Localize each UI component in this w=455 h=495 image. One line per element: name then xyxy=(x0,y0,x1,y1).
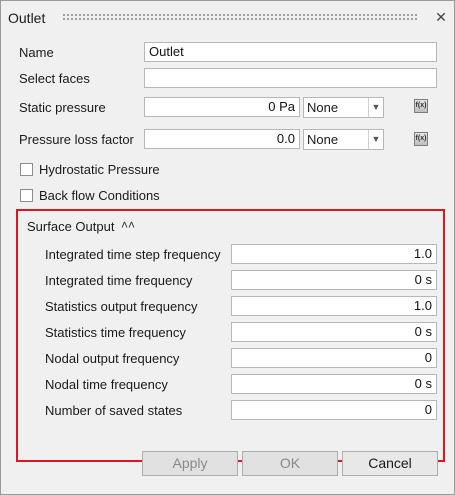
collapse-chevron-icon[interactable]: ˄˄ xyxy=(121,218,135,232)
name-input[interactable]: Outlet xyxy=(144,42,437,62)
hydrostatic-label: Hydrostatic Pressure xyxy=(39,162,160,177)
static-pressure-select[interactable]: None ▼ xyxy=(303,97,384,118)
ok-button[interactable]: OK xyxy=(242,451,338,476)
row-label: Integrated time frequency xyxy=(45,273,193,288)
static-pressure-select-value: None xyxy=(307,100,339,115)
backflow-label: Back flow Conditions xyxy=(39,188,160,203)
pressure-loss-label: Pressure loss factor xyxy=(19,132,134,147)
static-pressure-label: Static pressure xyxy=(19,100,106,115)
pressure-loss-select[interactable]: None ▼ xyxy=(303,129,384,150)
select-faces-input[interactable] xyxy=(144,68,437,88)
row-label: Number of saved states xyxy=(45,403,183,418)
dialog-title: Outlet xyxy=(8,10,46,26)
row-value-input[interactable]: 0 xyxy=(231,348,437,368)
apply-button[interactable]: Apply xyxy=(142,451,238,476)
name-label: Name xyxy=(19,45,54,60)
chevron-down-icon: ▼ xyxy=(368,98,383,117)
cancel-button[interactable]: Cancel xyxy=(342,451,438,476)
chevron-down-icon: ▼ xyxy=(368,130,383,149)
row-value-input[interactable]: 0 s xyxy=(231,322,437,342)
row-label: Statistics output frequency xyxy=(45,299,198,314)
pressure-loss-input[interactable]: 0.0 xyxy=(144,129,300,149)
outlet-dialog: Outlet ✕ Name Outlet Select faces Static… xyxy=(0,0,455,495)
dialog-content: Name Outlet Select faces Static pressure… xyxy=(2,35,453,494)
row-label: Nodal time frequency xyxy=(45,377,168,392)
backflow-checkbox[interactable] xyxy=(20,189,33,202)
row-label: Nodal output frequency xyxy=(45,351,180,366)
surface-output-section: Surface Output ˄˄ Integrated time step f… xyxy=(16,209,445,462)
close-icon[interactable]: ✕ xyxy=(433,8,449,26)
surface-output-title[interactable]: Surface Output xyxy=(27,219,114,234)
row-label: Integrated time step frequency xyxy=(45,247,221,262)
select-faces-label: Select faces xyxy=(19,71,90,86)
title-bar[interactable]: Outlet ✕ xyxy=(1,1,454,35)
expression-icon[interactable]: f(x) xyxy=(414,99,428,113)
row-value-input[interactable]: 1.0 xyxy=(231,296,437,316)
hydrostatic-checkbox[interactable] xyxy=(20,163,33,176)
expression-icon[interactable]: f(x) xyxy=(414,132,428,146)
drag-grip[interactable] xyxy=(62,13,419,22)
row-value-input[interactable]: 0 s xyxy=(231,374,437,394)
row-label: Statistics time frequency xyxy=(45,325,186,340)
row-value-input[interactable]: 0 xyxy=(231,400,437,420)
pressure-loss-select-value: None xyxy=(307,132,339,147)
row-value-input[interactable]: 0 s xyxy=(231,270,437,290)
static-pressure-input[interactable]: 0 Pa xyxy=(144,97,300,117)
row-value-input[interactable]: 1.0 xyxy=(231,244,437,264)
